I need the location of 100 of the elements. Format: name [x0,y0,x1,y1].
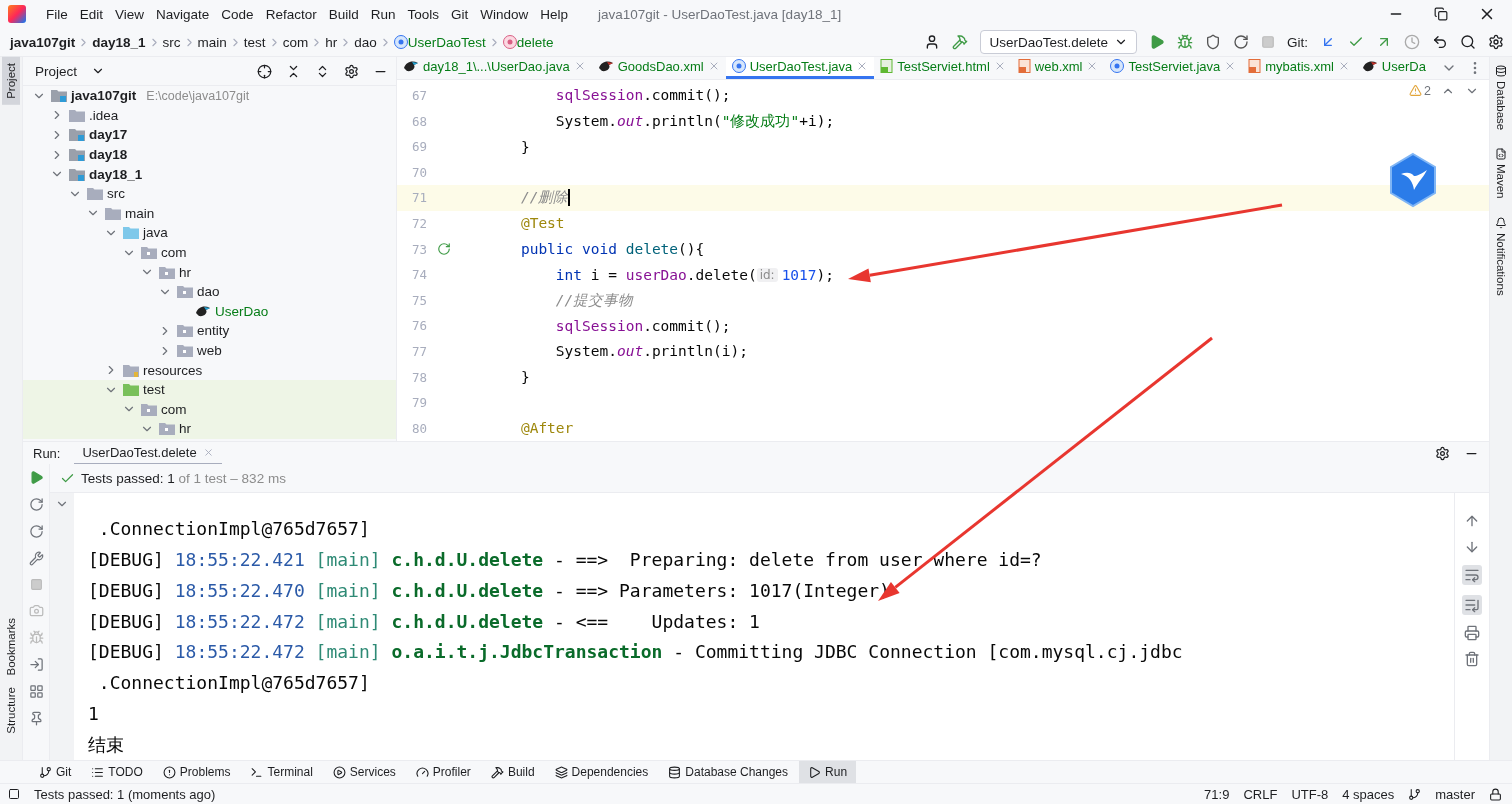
tool-window-button[interactable]: Services [323,761,405,783]
tool-window-button[interactable]: Database Changes [659,761,798,783]
tree-item[interactable]: UserDao [23,301,396,322]
breadcrumb[interactable]: hr [325,34,338,50]
tree-item[interactable]: test [23,379,396,400]
menu-item[interactable]: Refactor [259,6,323,22]
trash-icon[interactable] [1464,651,1480,667]
import-icon[interactable] [28,657,44,672]
tool-window-button[interactable]: Git [30,761,81,783]
square-icon[interactable] [8,788,20,800]
menu-item[interactable]: Git [445,6,475,22]
side-tab[interactable]: Database [1493,63,1509,133]
soft-wrap-icon[interactable] [1464,567,1480,583]
settings-icon[interactable] [344,63,359,79]
tree-item[interactable]: hr [23,419,396,439]
bird-badge-icon[interactable] [1387,151,1439,208]
menu-item[interactable]: Window [474,6,535,22]
print-icon[interactable] [1464,625,1480,641]
hammer-icon[interactable] [952,34,969,50]
layout-icon[interactable] [28,684,44,699]
scroll-to-end-icon[interactable] [1464,597,1480,613]
restore-icon[interactable] [1434,7,1448,21]
editor-tab[interactable]: TestServiet.java [1104,57,1243,79]
menu-item[interactable]: Help [534,6,575,22]
shield-icon[interactable] [1205,34,1221,50]
rerun-icon[interactable] [28,470,44,485]
tree-item[interactable]: com [23,242,396,263]
breadcrumb[interactable]: dao [354,34,377,50]
tree-item[interactable]: entity [23,321,396,341]
editor-tab[interactable]: GoodsDao.xml [591,57,726,79]
status-item[interactable]: 71:9 [1204,786,1230,802]
breadcrumb[interactable]: java107git [10,34,76,50]
pin-icon[interactable] [28,711,44,726]
status-item[interactable]: CRLF [1243,786,1278,802]
menu-item[interactable]: Code [215,6,260,22]
tree-item[interactable]: .idea [23,105,396,126]
tree-item[interactable]: day17 [23,125,396,145]
side-tab[interactable]: Maven [1493,146,1509,201]
breadcrumb[interactable]: src [162,34,181,50]
editor-tab[interactable]: TestServiet.html [874,57,1012,79]
tool-window-button[interactable]: Terminal [241,761,322,783]
tool-window-button[interactable]: TODO [82,761,152,783]
side-tab[interactable]: Structure [2,681,20,740]
wrench-icon[interactable] [28,551,44,566]
editor-tab[interactable]: UserDa [1355,57,1432,79]
tree-item[interactable]: java107git E:\code\java107git [23,86,396,106]
window-title: java107git - UserDaoTest.java [day18_1] [598,6,843,22]
tool-window-button[interactable]: Run [799,761,857,783]
side-tab[interactable]: Notifications [1493,214,1509,298]
tree-item[interactable]: dao [23,281,396,302]
search-icon[interactable] [1460,34,1476,50]
menu-item[interactable]: File [40,6,74,22]
lock-icon[interactable] [1489,787,1502,801]
breadcrumb[interactable]: test [243,34,266,50]
clock-icon[interactable] [1404,34,1420,50]
crosshair-icon[interactable] [257,63,272,79]
menu-item[interactable]: Run [364,6,402,22]
tree-item[interactable]: web [23,340,396,361]
breadcrumb[interactable]: UserDaoTest [407,34,486,50]
git-branch[interactable]: master [1435,786,1475,802]
side-tab[interactable]: Project [2,57,20,105]
tool-window-button[interactable]: Profiler [406,761,480,783]
branch-icon[interactable] [1408,787,1422,801]
breadcrumb[interactable]: main [197,34,227,50]
menu-item[interactable]: Edit [73,6,110,22]
tree-item[interactable]: day18_1 [23,164,396,184]
run-config-dropdown[interactable]: UserDaoTest.delete [980,30,1137,54]
warning-count[interactable]: 2 [1409,83,1431,98]
tool-window-button[interactable]: Dependencies [545,761,658,783]
editor-tab[interactable]: web.xml [1011,57,1105,79]
status-item[interactable]: 4 spaces [1342,786,1395,802]
menu-item[interactable]: View [109,6,151,22]
menu-item[interactable]: Navigate [150,6,216,22]
panel-title[interactable]: Project [35,63,78,79]
tool-window-button[interactable]: Problems [153,761,240,783]
settings-icon[interactable] [1435,445,1450,461]
breadcrumb[interactable]: day18_1 [92,34,146,50]
editor-tab[interactable]: mybatis.xml [1242,57,1356,79]
editor-tab[interactable]: day18_1\...\UserDao.java [397,57,592,79]
undo-icon[interactable] [1432,34,1448,50]
tool-window-button[interactable]: Build [481,761,544,783]
status-item[interactable]: UTF-8 [1291,786,1329,802]
tree-item[interactable]: main [23,203,396,224]
tree-item[interactable]: hr [23,262,396,282]
breadcrumb[interactable]: com [282,34,309,50]
run-gutter-icon[interactable] [437,242,451,257]
breadcrumb[interactable]: delete [516,34,554,50]
tree-item[interactable]: resources [23,360,396,380]
bug-icon[interactable] [1177,34,1193,50]
menu-item[interactable]: Build [322,6,365,22]
menu-item[interactable]: Tools [401,6,445,22]
side-tab[interactable]: Bookmarks [2,611,20,682]
tree-item[interactable]: java [23,223,396,243]
run-icon[interactable] [1149,34,1165,50]
tree-item[interactable]: day18 [23,144,396,165]
build-icon [490,765,504,779]
tree-item[interactable]: com [23,399,396,420]
settings-icon[interactable] [1488,34,1504,50]
editor-tab[interactable]: UserDaoTest.java [725,57,875,79]
tree-item[interactable]: src [23,183,396,204]
